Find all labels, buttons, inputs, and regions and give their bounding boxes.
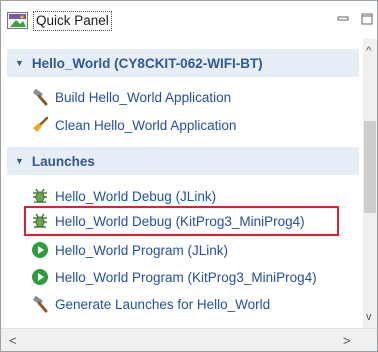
vertical-scrollbar[interactable]: ^ v	[363, 39, 377, 329]
view-tab-quick-panel[interactable]: Quick Panel	[7, 9, 112, 33]
item-label: Hello_World Program (JLink)	[55, 242, 229, 258]
bug-icon	[31, 187, 49, 205]
maximize-button[interactable]	[361, 13, 373, 25]
hammer-icon	[31, 295, 49, 313]
item-label: Build Hello_World Application	[55, 89, 232, 105]
item-label: Hello_World Debug (JLink)	[55, 188, 217, 204]
quick-panel-icon	[7, 12, 29, 30]
scroll-right-arrow-icon[interactable]: >	[343, 333, 351, 348]
section-title: Launches	[31, 153, 95, 169]
section-launches[interactable]: ▼ Launches	[7, 147, 359, 175]
clean-application-link[interactable]: Clean Hello_World Application	[31, 114, 236, 136]
program-kitprog3-link[interactable]: Hello_World Program (KitProg3_MiniProg4)	[31, 266, 317, 288]
play-icon	[31, 241, 49, 259]
broom-icon	[31, 116, 49, 134]
highlight-box	[24, 206, 339, 236]
item-label: Clean Hello_World Application	[55, 117, 237, 133]
view-title: Quick Panel	[33, 11, 112, 31]
section-title: Hello_World (CY8CKIT-062-WIFI-BT)	[31, 55, 263, 71]
quick-panel-view: Quick Panel ▼ Hello_World (CY8CKIT-062-W…	[0, 0, 378, 352]
view-title-bar: Quick Panel	[1, 1, 377, 39]
program-jlink-link[interactable]: Hello_World Program (JLink)	[31, 239, 228, 261]
play-icon	[31, 268, 49, 286]
minimize-button[interactable]	[337, 13, 349, 25]
expand-triangle-icon: ▼	[15, 58, 24, 68]
vertical-scroll-thumb[interactable]	[364, 121, 376, 213]
horizontal-scrollbar[interactable]: < >	[1, 328, 377, 351]
scroll-left-arrow-icon[interactable]: <	[9, 333, 17, 348]
generate-launches-link[interactable]: Generate Launches for Hello_World	[31, 293, 270, 315]
expand-triangle-icon: ▼	[15, 156, 24, 166]
hammer-icon	[31, 88, 49, 106]
item-label: Hello_World Program (KitProg3_MiniProg4)	[55, 269, 317, 285]
item-label: Generate Launches for Hello_World	[55, 296, 271, 312]
scroll-down-arrow-icon[interactable]: v	[366, 311, 372, 323]
section-project[interactable]: ▼ Hello_World (CY8CKIT-062-WIFI-BT)	[7, 49, 359, 77]
debug-jlink-link[interactable]: Hello_World Debug (JLink)	[31, 185, 216, 207]
scroll-up-arrow-icon[interactable]: ^	[366, 45, 371, 57]
build-application-link[interactable]: Build Hello_World Application	[31, 86, 231, 108]
